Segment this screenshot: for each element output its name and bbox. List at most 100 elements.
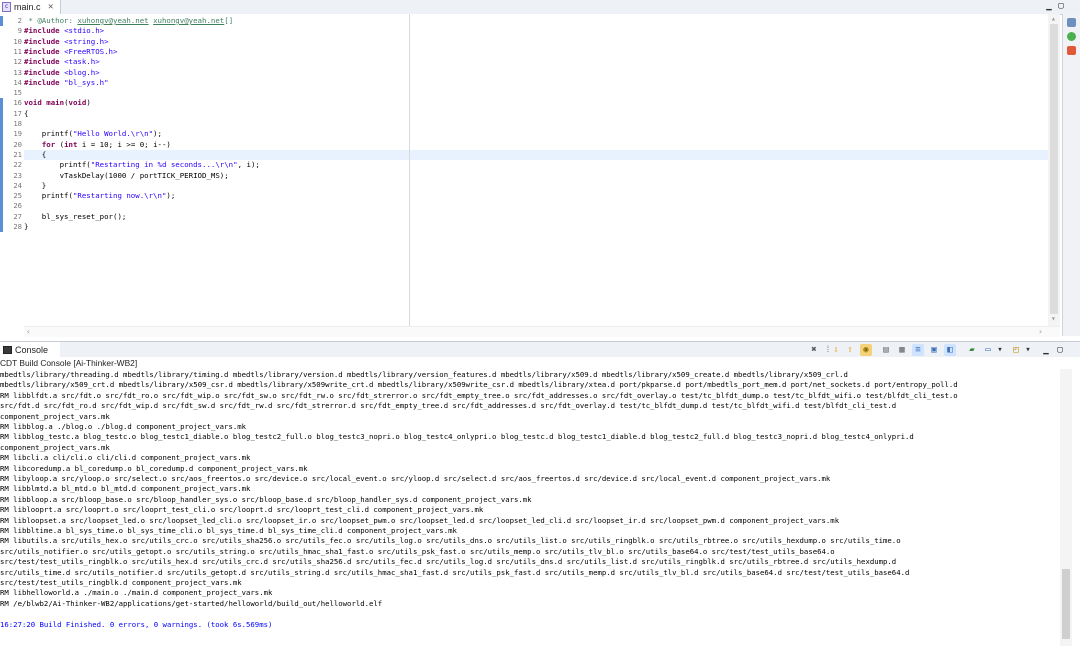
code-token: #include	[24, 26, 60, 36]
display-selected-console-icon[interactable]: ▰	[966, 344, 978, 356]
line-number: 27	[13, 211, 22, 221]
code-line[interactable]: {	[24, 149, 1049, 161]
code-line[interactable]: #include <FreeRTOS.h>	[24, 47, 117, 57]
editor-horizontal-scrollbar[interactable]: ‹ ›	[24, 326, 1060, 337]
code-area[interactable]: * @Author: xuhongv@yeah.net xuhongv@yeah…	[24, 14, 1054, 326]
console-line: RM libblog_testc.a blog_testc.o blog_tes…	[0, 432, 914, 442]
code-token: , i);	[237, 160, 260, 170]
show-console-icon[interactable]: ◧	[944, 344, 956, 356]
pin-console-icon[interactable]: ▣	[928, 344, 940, 356]
code-line[interactable]: printf("Restarting in %d seconds...\r\n"…	[24, 160, 260, 170]
console-line: RM libloopset.a src/loopset_led.o src/lo…	[0, 515, 840, 525]
code-line[interactable]: printf("Hello World.\r\n");	[24, 129, 162, 139]
scroll-thumb[interactable]	[1062, 569, 1070, 639]
code-line[interactable]: }	[24, 181, 46, 191]
console-line: mbedtls/library/x509_crt.d mbedtls/libra…	[0, 380, 958, 390]
code-line[interactable]: {	[24, 109, 28, 119]
console-line: src/utils_notifier.o src/utils_getopt.o …	[0, 546, 835, 556]
view-menu-chevron-icon[interactable]: ▾	[1022, 344, 1034, 356]
console-line: RM libutils.a src/utils_hex.o src/utils_…	[0, 536, 901, 546]
code-line[interactable]: for (int i = 10; i >= 0; i--)	[24, 140, 171, 150]
console-line: RM libyloop.a src/yloop.o src/select.o s…	[0, 474, 831, 483]
code-line[interactable]: bl_sys_reset_por();	[24, 212, 127, 222]
code-token: <FreeRTOS.h>	[64, 46, 118, 56]
line-number: 10	[13, 36, 22, 46]
console-vertical-scrollbar[interactable]	[1060, 369, 1072, 646]
problems-icon[interactable]	[1067, 46, 1076, 55]
change-marker	[0, 16, 3, 27]
code-line[interactable]: void main(void)	[24, 98, 91, 108]
code-editor[interactable]: 2 9 10 11 12 13 14 15 16 17 18 19 20 21 22 23 24 25 26 27 28…	[0, 14, 1060, 326]
code-token: * @Author:	[24, 16, 78, 25]
console-line: mbedtls/library/threading.d mbedtls/libr…	[0, 370, 848, 379]
maximize-icon[interactable]: ▢	[1054, 344, 1066, 356]
clear-console-icon[interactable]: ✖	[808, 344, 820, 356]
scroll-thumb[interactable]	[1050, 24, 1058, 314]
next-error-icon[interactable]: ⇩	[830, 344, 842, 356]
code-token: main	[46, 98, 65, 108]
code-line[interactable]: * @Author: xuhongv@yeah.net xuhongv@yeah…	[24, 16, 233, 26]
editor-vertical-scrollbar[interactable]: ▴ ▾	[1048, 14, 1060, 326]
scroll-down-icon[interactable]: ▾	[1051, 314, 1056, 323]
editor-tab-bar: c main.c ✕ ▁ ▢	[0, 0, 1080, 15]
code-line[interactable]: #include <task.h>	[24, 57, 100, 67]
code-token: #include	[24, 36, 60, 46]
code-token: printf(	[24, 191, 73, 201]
code-line[interactable]: }	[24, 222, 28, 232]
editor-tab-main-c[interactable]: c main.c ✕	[0, 0, 61, 14]
console-line: src/test/test_utils_ringblk.o src/utils_…	[0, 557, 897, 567]
scroll-lock-icon[interactable]: ▦	[896, 344, 908, 356]
c-file-icon: c	[2, 2, 11, 12]
console-line: component_project_vars.mk	[0, 442, 110, 452]
code-token: i = 10; i >= 0; i--)	[77, 139, 171, 149]
code-line[interactable]: #include <blog.h>	[24, 68, 100, 78]
maximize-icon[interactable]: ▢	[1056, 1, 1066, 11]
scroll-up-icon[interactable]: ▴	[1051, 14, 1056, 23]
code-token: printf(	[24, 129, 73, 139]
console-line: src/utils_time.d src/utils_notifier.d sr…	[0, 567, 910, 577]
previous-error-icon[interactable]: ⇧	[844, 344, 856, 356]
minimize-icon[interactable]: ▁	[1040, 344, 1052, 356]
line-number: 12	[13, 57, 22, 67]
code-line[interactable]: #include <string.h>	[24, 37, 109, 47]
open-console-icon[interactable]: ▭	[982, 344, 994, 356]
word-wrap-icon[interactable]: ≡	[912, 344, 924, 356]
print-margin	[409, 14, 410, 326]
code-token: void	[68, 98, 87, 108]
debug-icon[interactable]	[1067, 32, 1076, 41]
console-line: RM libblfdt.a src/fdt.o src/fdt_ro.o src…	[0, 390, 958, 400]
scroll-right-icon[interactable]: ›	[1038, 327, 1043, 336]
code-line[interactable]: printf("Restarting now.\r\n");	[24, 191, 176, 201]
minimize-icon[interactable]: ▁	[1044, 1, 1054, 11]
console-output[interactable]: mbedtls/library/threading.d mbedtls/libr…	[0, 369, 1070, 646]
code-line[interactable]: vTaskDelay(1000 / portTICK_PERIOD_MS);	[24, 171, 229, 181]
copy-build-log-icon[interactable]: ▤	[880, 344, 892, 356]
code-line[interactable]: #include <stdio.h>	[24, 26, 104, 36]
new-console-icon[interactable]: ◰	[1010, 344, 1022, 356]
tab-console[interactable]: Console	[0, 342, 60, 358]
console-line: RM libcli.a cli/cli.o cli/cli.d componen…	[0, 453, 251, 463]
code-token: <stdio.h>	[64, 26, 105, 36]
code-line[interactable]: #include "bl_sys.h"	[24, 78, 109, 88]
code-token: #include	[24, 46, 60, 56]
line-number: 18	[13, 119, 22, 128]
code-token: "bl_sys.h"	[64, 77, 109, 87]
console-line: RM libblog.a ./blog.o ./blog.d component…	[0, 422, 247, 431]
outline-icon[interactable]	[1067, 18, 1076, 27]
right-trim-bar	[1062, 14, 1080, 336]
code-token: }	[24, 180, 47, 190]
console-line: RM libblmtd.a bl_mtd.o bl_mtd.d componen…	[0, 484, 251, 494]
close-icon[interactable]: ✕	[48, 0, 53, 14]
console-line: RM libbloop.a src/bloop_base.o src/bloop…	[0, 494, 532, 504]
line-number: 28	[13, 222, 22, 231]
line-number: 13	[13, 67, 22, 77]
scroll-left-icon[interactable]: ‹	[26, 327, 31, 336]
console-line: RM libhelloworld.a ./main.o ./main.d com…	[0, 588, 273, 598]
change-marker	[0, 98, 3, 233]
code-token: <task.h>	[64, 57, 100, 67]
chevron-down-icon[interactable]: ▾	[994, 344, 1006, 356]
show-error-icon[interactable]: ◉	[860, 344, 872, 356]
build-finished-line: 16:27:20 Build Finished. 0 errors, 0 war…	[0, 619, 273, 629]
line-number: 22	[13, 160, 22, 170]
